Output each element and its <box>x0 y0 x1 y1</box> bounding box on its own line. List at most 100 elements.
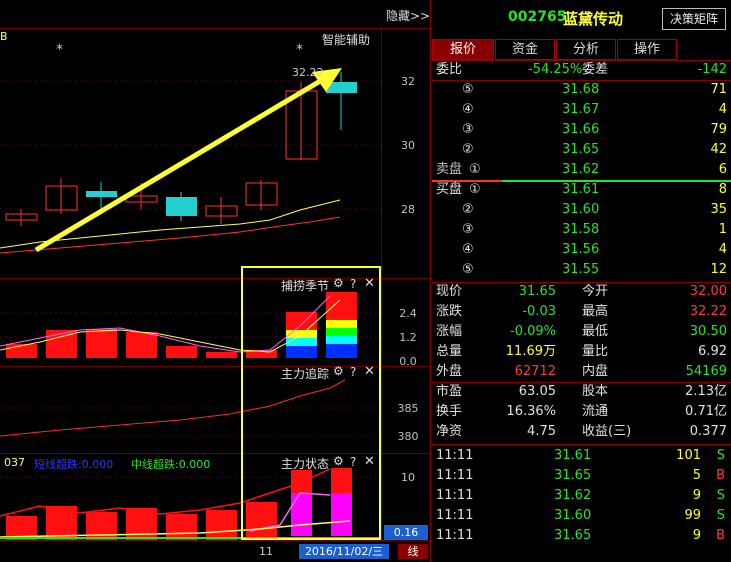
indicator-value-box: 0.16 <box>384 525 428 540</box>
bid-volume: 8 <box>718 182 727 197</box>
tick-volume: 101 <box>676 448 701 463</box>
quote-value: 62712 <box>514 364 556 379</box>
tick-time: 11:11 <box>436 448 474 463</box>
price-tick: 28 <box>401 203 415 216</box>
tick-row: 11:11 31.61 101 S <box>432 446 731 466</box>
quote-label: 涨跌 <box>436 304 463 319</box>
level-mark: ① <box>469 162 481 177</box>
fund-label: 流通 <box>582 404 609 419</box>
level-mark: ⑤ <box>462 82 474 97</box>
price-tick: 30 <box>401 139 415 152</box>
tick-side: S <box>716 508 725 523</box>
quote-label: 今开 <box>582 284 609 299</box>
quote-label: 总量 <box>436 344 463 359</box>
chart-area[interactable]: B 隐藏>> 智能辅助 * * 32 30 28 32.22 捕捞季节 ⚙ ? … <box>0 0 432 562</box>
stock-name: 蓝黛传动 <box>563 10 624 28</box>
fund-value: 4.75 <box>527 424 556 439</box>
fund-label: 股本 <box>582 384 609 399</box>
ask-price: 31.62 <box>562 162 600 177</box>
ask-volume: 4 <box>718 102 727 117</box>
stock-code: 002765 <box>508 9 567 25</box>
bid-volume: 4 <box>718 242 727 257</box>
quote-value: -0.03 <box>522 304 556 319</box>
quote-panel: 002765 蓝黛传动 决策矩阵 报价 资金 分析 操作 委比 -54.25% … <box>432 0 731 562</box>
ask-price: 31.67 <box>562 102 600 117</box>
tick-volume: 5 <box>692 468 701 483</box>
bid-row: ③ 31.58 1 <box>432 220 731 240</box>
ind1-tick: 0.0 <box>399 355 417 368</box>
quote-row: 现价 31.65 今开 32.00 <box>432 282 731 302</box>
quote-row: 涨幅 -0.09% 最低 30.50 <box>432 322 731 342</box>
quote-value: 32.22 <box>689 304 727 319</box>
quote-label: 最低 <box>582 324 609 339</box>
tick-time: 11:11 <box>436 508 474 523</box>
level-mark: ③ <box>462 122 474 137</box>
tick-price: 31.65 <box>554 468 592 483</box>
ask-row: ⑤ 31.68 71 <box>432 80 731 100</box>
quote-label: 外盘 <box>436 364 463 379</box>
ask-volume: 71 <box>710 82 727 97</box>
high-price-label: 32.22 <box>292 66 324 79</box>
ask-volume: 6 <box>718 162 727 177</box>
tick-side: S <box>716 488 725 503</box>
fund-row: 换手 16.36% 流通 0.71亿 <box>432 402 731 422</box>
tick-price: 31.60 <box>554 508 592 523</box>
quote-label: 涨幅 <box>436 324 463 339</box>
webi-row: 委比 -54.25% 委差 -142 <box>436 62 727 77</box>
price-tick: 32 <box>401 75 415 88</box>
ind1-tick: 2.4 <box>399 307 417 320</box>
candlestick-chart[interactable] <box>0 0 381 278</box>
quote-value: 54169 <box>685 364 727 379</box>
quote-label: 现价 <box>436 284 463 299</box>
bid-volume: 12 <box>710 262 727 277</box>
quote-value: 30.50 <box>689 324 727 339</box>
level-mark: ② <box>462 202 474 217</box>
bid-volume: 35 <box>710 202 727 217</box>
fund-value: 2.13亿 <box>685 384 727 399</box>
fund-label: 收益(三) <box>582 424 632 439</box>
ask-price: 31.65 <box>562 142 600 157</box>
level-mark: ④ <box>462 102 474 117</box>
tab-quote[interactable]: 报价 <box>432 39 494 60</box>
tab-analysis[interactable]: 分析 <box>556 39 616 60</box>
ask-row: ② 31.65 42 <box>432 140 731 160</box>
bid-price: 31.58 <box>562 222 600 237</box>
tab-operation[interactable]: 操作 <box>617 39 677 60</box>
quote-value: 6.92 <box>698 344 727 359</box>
fund-label: 市盈 <box>436 384 463 399</box>
tick-row: 11:11 31.65 9 B <box>432 526 731 546</box>
quote-value: 31.65 <box>518 284 556 299</box>
tick-side: B <box>716 528 725 543</box>
fund-value: 0.377 <box>689 424 727 439</box>
ask-price: 31.66 <box>562 122 600 137</box>
tick-volume: 9 <box>692 528 701 543</box>
tick-row: 11:11 31.62 9 S <box>432 486 731 506</box>
time-axis-tick: 11 <box>259 545 273 558</box>
tick-volume: 9 <box>692 488 701 503</box>
quote-label: 最高 <box>582 304 609 319</box>
hide-panel-button[interactable]: 隐藏>> <box>386 7 430 24</box>
tick-price: 31.65 <box>554 528 592 543</box>
level-mark: ④ <box>462 242 474 257</box>
bid-row: ② 31.60 35 <box>432 200 731 220</box>
tick-volume: 99 <box>684 508 701 523</box>
tick-time: 11:11 <box>436 528 474 543</box>
quote-row: 外盘 62712 内盘 54169 <box>432 362 731 382</box>
tick-row: 11:11 31.65 5 B <box>432 466 731 486</box>
line-tag[interactable]: 线 <box>398 544 428 559</box>
level-mark: ② <box>462 142 474 157</box>
decision-matrix-button[interactable]: 决策矩阵 <box>662 8 726 30</box>
tab-funds[interactable]: 资金 <box>495 39 555 60</box>
tick-row: 11:11 31.60 99 S <box>432 506 731 526</box>
quote-value: 32.00 <box>689 284 727 299</box>
fund-row: 市盈 63.05 股本 2.13亿 <box>432 382 731 402</box>
ask-row: ③ 31.66 79 <box>432 120 731 140</box>
bid-price: 31.55 <box>562 262 600 277</box>
tick-side: S <box>716 448 725 463</box>
tick-price: 31.62 <box>554 488 592 503</box>
fund-label: 净资 <box>436 424 463 439</box>
quote-label: 内盘 <box>582 364 609 379</box>
ask-row: ④ 31.67 4 <box>432 100 731 120</box>
level-mark: ⑤ <box>462 262 474 277</box>
ask-volume: 79 <box>710 122 727 137</box>
